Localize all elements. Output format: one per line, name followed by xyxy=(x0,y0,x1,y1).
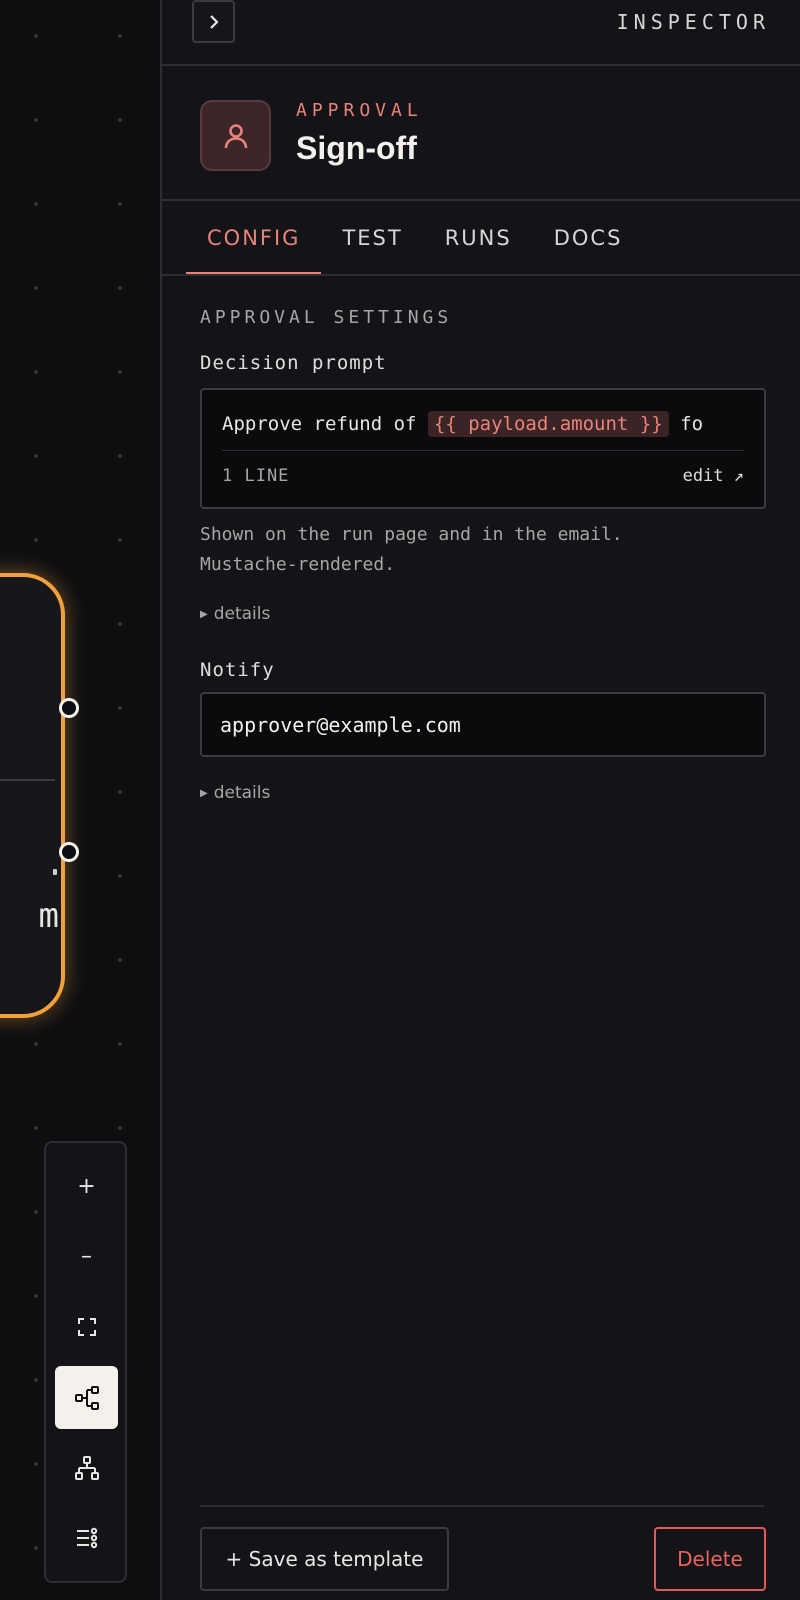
layout-vertical-button[interactable] xyxy=(55,1436,118,1499)
divider xyxy=(162,274,800,276)
tab-runs[interactable]: RUNS xyxy=(424,200,533,276)
decision-prompt-help: Shown on the run page and in the email. … xyxy=(200,520,760,580)
decision-prompt-text[interactable]: Approve refund of {{ payload.amount }} f… xyxy=(222,408,744,440)
zoom-in-button[interactable]: + xyxy=(55,1155,118,1218)
output-port[interactable] xyxy=(59,842,79,862)
zoom-out-button[interactable]: – xyxy=(55,1225,118,1288)
node-type-badge xyxy=(200,100,271,171)
collapse-panel-button[interactable] xyxy=(192,0,235,43)
notify-field[interactable]: approver@example.com xyxy=(200,692,766,757)
template-variable-token: {{ payload.amount }} xyxy=(427,411,669,437)
output-port[interactable] xyxy=(59,698,79,718)
divider xyxy=(162,64,800,66)
details-label: details xyxy=(213,783,271,803)
list-layout-button[interactable] xyxy=(55,1506,118,1569)
node-divider xyxy=(0,779,55,781)
layout-horizontal-button[interactable] xyxy=(55,1366,118,1429)
node-text-fragment: m xyxy=(38,896,59,936)
decision-prompt-label: Decision prompt xyxy=(200,352,387,374)
decision-prompt-editor[interactable]: Approve refund of {{ payload.amount }} f… xyxy=(200,388,766,509)
minus-icon: – xyxy=(81,1244,92,1269)
notify-label: Notify xyxy=(200,659,275,681)
tree-horizontal-icon xyxy=(74,1385,99,1410)
tab-test[interactable]: TEST xyxy=(321,200,423,276)
list-icon xyxy=(76,1527,97,1548)
chevron-right-icon xyxy=(209,14,219,29)
help-text-line: Mustache-rendered. xyxy=(200,554,396,575)
node-text-fragment-mark xyxy=(53,869,57,875)
section-title: APPROVAL SETTINGS xyxy=(200,307,453,328)
workflow-node-card[interactable]: m xyxy=(0,573,79,1018)
decision-prompt-details-toggle[interactable]: ▶ details xyxy=(200,604,270,624)
details-label: details xyxy=(213,604,271,624)
tab-docs[interactable]: DOCS xyxy=(533,200,644,276)
user-icon xyxy=(224,123,247,148)
disclosure-triangle-icon: ▶ xyxy=(200,609,208,620)
notify-details-toggle[interactable]: ▶ details xyxy=(200,783,270,803)
prompt-text-after: fo xyxy=(668,413,704,435)
edit-prompt-link[interactable]: edit ↗ xyxy=(683,466,744,486)
help-text-line: Shown on the run page and in the email. xyxy=(200,524,623,545)
tree-vertical-icon xyxy=(74,1455,99,1480)
plus-icon: + xyxy=(77,1174,96,1199)
inspector-tabs: CONFIG TEST RUNS DOCS xyxy=(186,200,643,276)
fit-view-icon xyxy=(77,1317,96,1336)
canvas-toolbar: + – xyxy=(44,1141,127,1583)
tab-config[interactable]: CONFIG xyxy=(186,200,322,276)
delete-node-button[interactable]: Delete xyxy=(654,1527,766,1591)
prompt-text-before: Approve refund of xyxy=(222,413,428,435)
footer-divider xyxy=(200,1505,764,1507)
node-kind-label: APPROVAL xyxy=(296,100,423,121)
node-title: Sign-off xyxy=(296,130,417,166)
inspector-panel: INSPECTOR APPROVAL Sign-off CONFIG TEST … xyxy=(160,0,800,1600)
prompt-divider xyxy=(222,450,744,451)
save-as-template-button[interactable]: + Save as template xyxy=(200,1527,449,1591)
disclosure-triangle-icon: ▶ xyxy=(200,788,208,799)
fit-view-button[interactable] xyxy=(55,1295,118,1358)
prompt-line-count: 1 LINE xyxy=(222,466,290,486)
workflow-canvas[interactable]: m + – xyxy=(0,0,160,1600)
inspector-title: INSPECTOR xyxy=(616,10,770,34)
